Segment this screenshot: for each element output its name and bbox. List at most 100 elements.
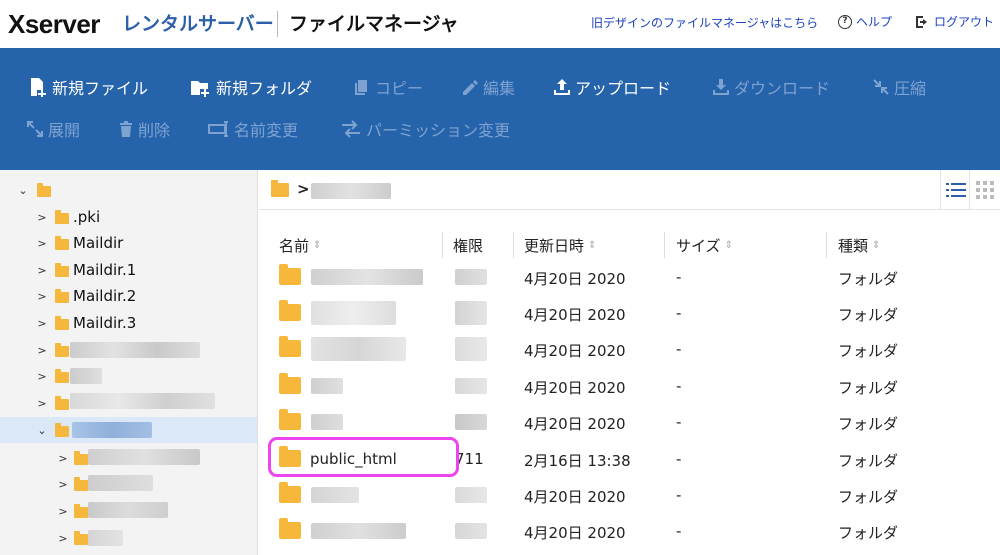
folder-icon [279,373,301,394]
folder-icon [74,531,88,545]
tree-item-label: Maildir.1 [73,261,137,279]
rename-button[interactable]: 名前変更 [208,117,298,141]
chevron-right-icon[interactable]: > [58,478,68,491]
redacted-perm [455,487,487,503]
folder-icon [55,289,69,303]
column-header-size[interactable]: サイズ ⇕ [676,235,733,256]
column-divider [513,232,514,258]
delete-button[interactable]: 削除 [118,117,170,141]
size-cell: - [676,268,682,286]
folder-icon [279,518,301,539]
tree-item-selected[interactable]: ⌄ [0,417,257,443]
column-divider [664,232,665,258]
trash-icon [120,121,132,137]
chevron-right-icon[interactable]: > [37,344,47,357]
copy-icon [355,80,367,95]
tree-item[interactable]: > [0,471,257,497]
table-row[interactable]: 4月20日 2020 - フォルダ [259,259,1000,295]
chevron-right-icon[interactable]: > [37,211,47,224]
tree-item[interactable]: > [0,525,257,551]
table-row[interactable]: 4月20日 2020 - フォルダ [259,368,1000,404]
grid-view-button[interactable] [970,170,1000,210]
chevron-down-icon[interactable]: ⌄ [18,184,28,197]
app-title: ファイルマネージャ [289,13,459,35]
tree-root[interactable]: ⌄ [0,177,257,203]
xserver-logo[interactable]: Xserver [8,9,100,39]
sort-icon: ⇕ [724,240,733,251]
chevron-down-icon[interactable]: ⌄ [37,424,47,437]
chevron-right-icon[interactable]: > [58,532,68,545]
chevron-right-icon[interactable]: > [37,290,47,303]
download-button[interactable]: ダウンロード [712,75,830,99]
new-file-button[interactable]: 新規ファイル [28,75,148,99]
column-header-modified[interactable]: 更新日時 ⇕ [524,235,596,256]
upload-button[interactable]: アップロード [553,75,671,99]
modified-cell: 4月20日 2020 [524,306,626,324]
tree-item[interactable]: > .pki [0,204,257,230]
redacted-crumb [311,183,391,199]
column-header-type[interactable]: 種類 ⇕ [838,235,880,256]
folder-icon [55,343,69,357]
column-header-permission[interactable]: 権限 [453,235,483,256]
extract-button[interactable]: 展開 [26,117,80,141]
folder-icon [55,396,69,410]
help-link[interactable]: ? ヘルプ [838,13,892,30]
redacted-name [88,502,168,518]
column-divider [826,232,827,258]
redacted-name [70,368,102,384]
folder-icon [279,409,301,430]
table-row[interactable]: 4月20日 2020 - フォルダ [259,295,1000,331]
chevron-right-icon[interactable]: > [37,317,47,330]
tree-item[interactable]: > [0,390,257,416]
sort-icon: ⇕ [872,240,881,251]
header-divider [277,11,278,37]
chevron-right-icon[interactable]: > [58,452,68,465]
folder-icon [74,451,88,465]
tree-item[interactable]: > [0,363,257,389]
table-row[interactable]: 4月20日 2020 - フォルダ [259,404,1000,440]
folder-icon [74,477,88,491]
home-folder-icon[interactable] [271,180,289,197]
tree-item-label: Maildir.3 [73,314,137,332]
redacted-name [311,378,343,394]
copy-button[interactable]: コピー [353,75,423,99]
type-cell: フォルダ [838,342,899,360]
type-cell: フォルダ [838,452,899,470]
redacted-name [311,301,396,325]
folder-icon [279,336,301,357]
tree-item[interactable]: > [0,445,257,471]
permission-button[interactable]: パーミッション変更 [340,117,510,141]
new-folder-button[interactable]: 新規フォルダ [190,75,312,99]
tree-item[interactable]: > Maildir.1 [0,257,257,283]
edit-button[interactable]: 編集 [461,75,515,99]
chevron-right-icon[interactable]: > [37,264,47,277]
tree-item[interactable]: > Maildir.3 [0,310,257,336]
chevron-right-icon[interactable]: > [58,505,68,518]
folder-icon [279,482,301,503]
redacted-name [311,487,359,503]
tree-item[interactable]: > [0,498,257,524]
chevron-right-icon[interactable]: > [37,397,47,410]
list-view-button[interactable] [940,170,970,210]
table-row[interactable]: 4月20日 2020 - フォルダ [259,477,1000,513]
tree-item[interactable]: > Maildir [0,230,257,256]
column-header-name[interactable]: 名前 ⇕ [279,235,321,256]
chevron-right-icon: > [297,180,310,198]
folder-icon [37,183,51,197]
size-cell: - [676,340,682,358]
table-row[interactable]: 4月20日 2020 - フォルダ [259,331,1000,367]
tree-item[interactable]: > [0,337,257,363]
chevron-right-icon[interactable]: > [37,237,47,250]
table-row[interactable]: 4月20日 2020 - フォルダ [259,513,1000,549]
redacted-name [72,422,152,438]
size-cell: - [676,450,682,468]
chevron-right-icon[interactable]: > [37,370,47,383]
column-divider [442,232,443,258]
old-design-link[interactable]: 旧デザインのファイルマネージャはこちら [591,14,818,31]
tree-item[interactable]: > Maildir.2 [0,283,257,309]
modified-cell: 2月16日 13:38 [524,452,631,470]
compress-button[interactable]: 圧縮 [872,75,926,99]
redacted-perm [455,301,487,325]
modified-cell: 4月20日 2020 [524,524,626,542]
logout-link[interactable]: ログアウト [914,13,994,30]
